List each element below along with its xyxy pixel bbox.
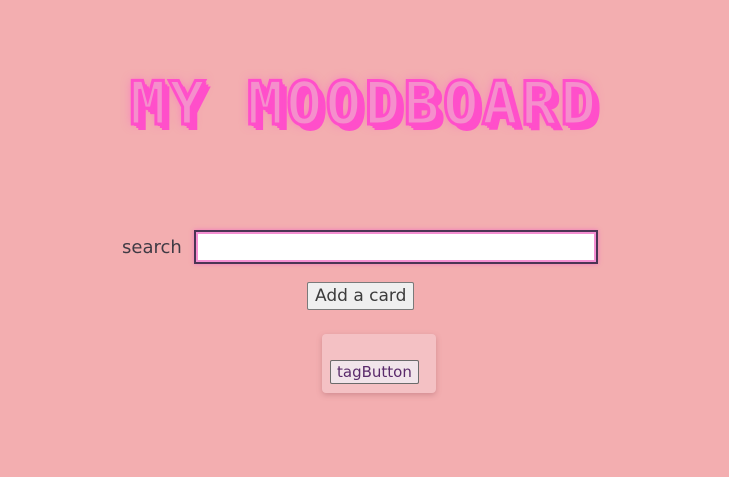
mood-card: tagButton: [322, 334, 436, 393]
tag-button[interactable]: tagButton: [330, 360, 419, 384]
moodboard-page: MY MOODBOARD search Add a card tagButton: [0, 0, 729, 477]
page-title: MY MOODBOARD: [128, 68, 600, 141]
search-row: search: [122, 228, 598, 266]
search-label: search: [122, 236, 182, 258]
add-card-button[interactable]: Add a card: [307, 282, 415, 310]
search-input[interactable]: [193, 230, 598, 264]
